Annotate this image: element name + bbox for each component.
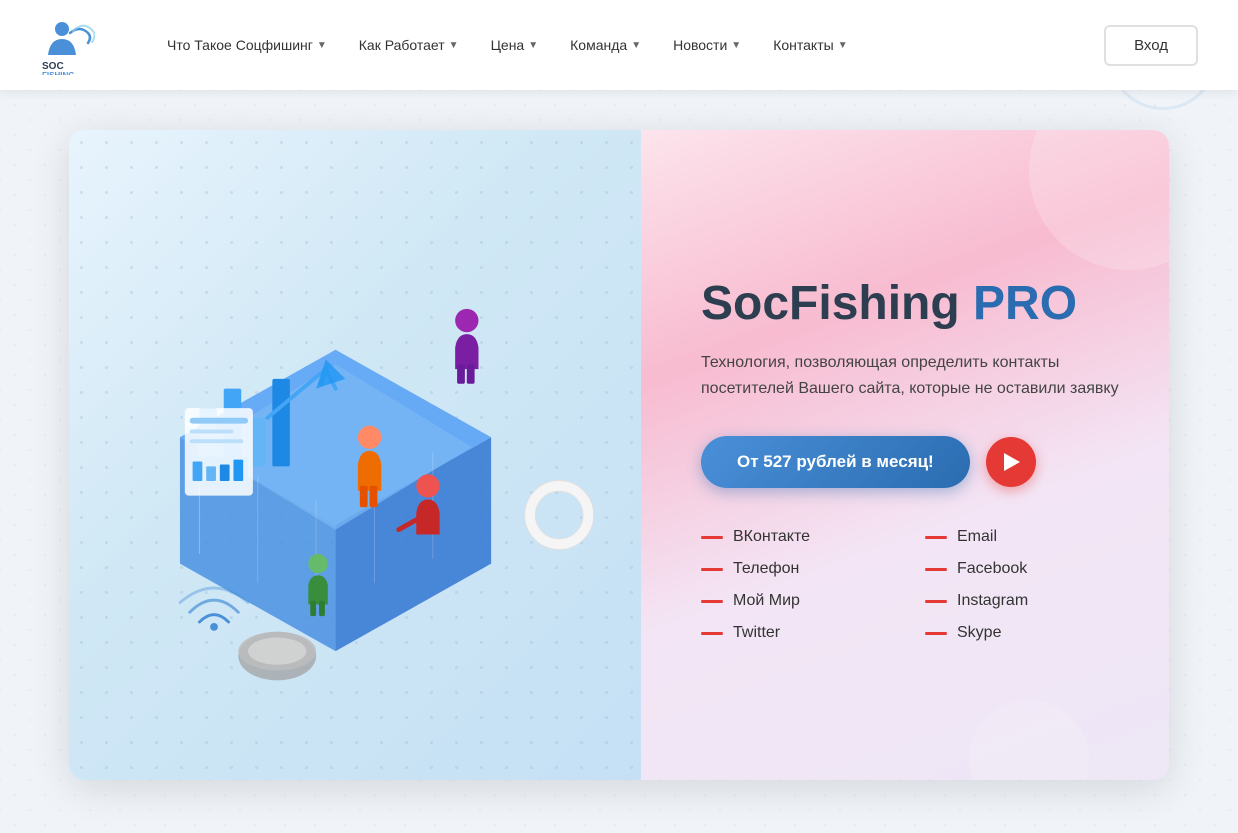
- nav-item-socfishing[interactable]: Что Такое Соцфишинг ▼: [155, 29, 339, 61]
- play-icon: [1004, 453, 1020, 471]
- feature-instagram: Instagram: [925, 592, 1119, 610]
- feature-dash-icon: [925, 632, 947, 635]
- isometric-illustration: [112, 221, 598, 741]
- hero-section: SocFishing PRO Технология, позволяющая о…: [69, 130, 1169, 780]
- hero-content: SocFishing PRO Технология, позволяющая о…: [641, 130, 1169, 780]
- feature-facebook: Facebook: [925, 560, 1119, 578]
- feature-email: Email: [925, 528, 1119, 546]
- feature-dash-icon: [701, 600, 723, 603]
- chevron-down-icon: ▼: [631, 40, 641, 51]
- feature-phone: Телефон: [701, 560, 895, 578]
- feature-dash-icon: [701, 536, 723, 539]
- nav-item-news[interactable]: Новости ▼: [661, 29, 753, 61]
- cta-button[interactable]: От 527 рублей в месяц!: [701, 436, 970, 488]
- hero-title: SocFishing PRO: [701, 278, 1119, 331]
- feature-twitter: Twitter: [701, 624, 895, 642]
- chevron-down-icon: ▼: [528, 40, 538, 51]
- hero-subtitle: Технология, позволяющая определить конта…: [701, 350, 1119, 401]
- feature-skype: Skype: [925, 624, 1119, 642]
- feature-moy-mir: Мой Мир: [701, 592, 895, 610]
- logo-icon: SOC FISHING: [40, 15, 95, 75]
- feature-vkontakte: ВКонтакте: [701, 528, 895, 546]
- nav-item-contacts[interactable]: Контакты ▼: [761, 29, 859, 61]
- feature-dash-icon: [925, 536, 947, 539]
- chevron-down-icon: ▼: [449, 40, 459, 51]
- logo-link[interactable]: SOC FISHING: [40, 15, 95, 75]
- feature-dash-icon: [701, 632, 723, 635]
- feature-dash-icon: [925, 600, 947, 603]
- nav-item-team[interactable]: Команда ▼: [558, 29, 653, 61]
- chevron-down-icon: ▼: [317, 40, 327, 51]
- nav-item-how-works[interactable]: Как Работает ▼: [347, 29, 471, 61]
- features-grid: ВКонтакте Email Телефон Facebook Мой Мир: [701, 528, 1119, 642]
- nav-item-price[interactable]: Цена ▼: [479, 29, 551, 61]
- chevron-down-icon: ▼: [731, 40, 741, 51]
- main-nav: Что Такое Соцфишинг ▼ Как Работает ▼ Цен…: [155, 29, 1104, 61]
- hero-illustration: [69, 130, 641, 780]
- play-button[interactable]: [986, 437, 1036, 487]
- hero-card: SocFishing PRO Технология, позволяющая о…: [69, 130, 1169, 780]
- login-button[interactable]: Вход: [1104, 25, 1198, 66]
- feature-dash-icon: [701, 568, 723, 571]
- header: SOC FISHING Что Такое Соцфишинг ▼ Как Ра…: [0, 0, 1238, 90]
- cta-row: От 527 рублей в месяц!: [701, 436, 1119, 488]
- feature-dash-icon: [925, 568, 947, 571]
- chevron-down-icon: ▼: [838, 40, 848, 51]
- svg-text:FISHING: FISHING: [42, 71, 74, 75]
